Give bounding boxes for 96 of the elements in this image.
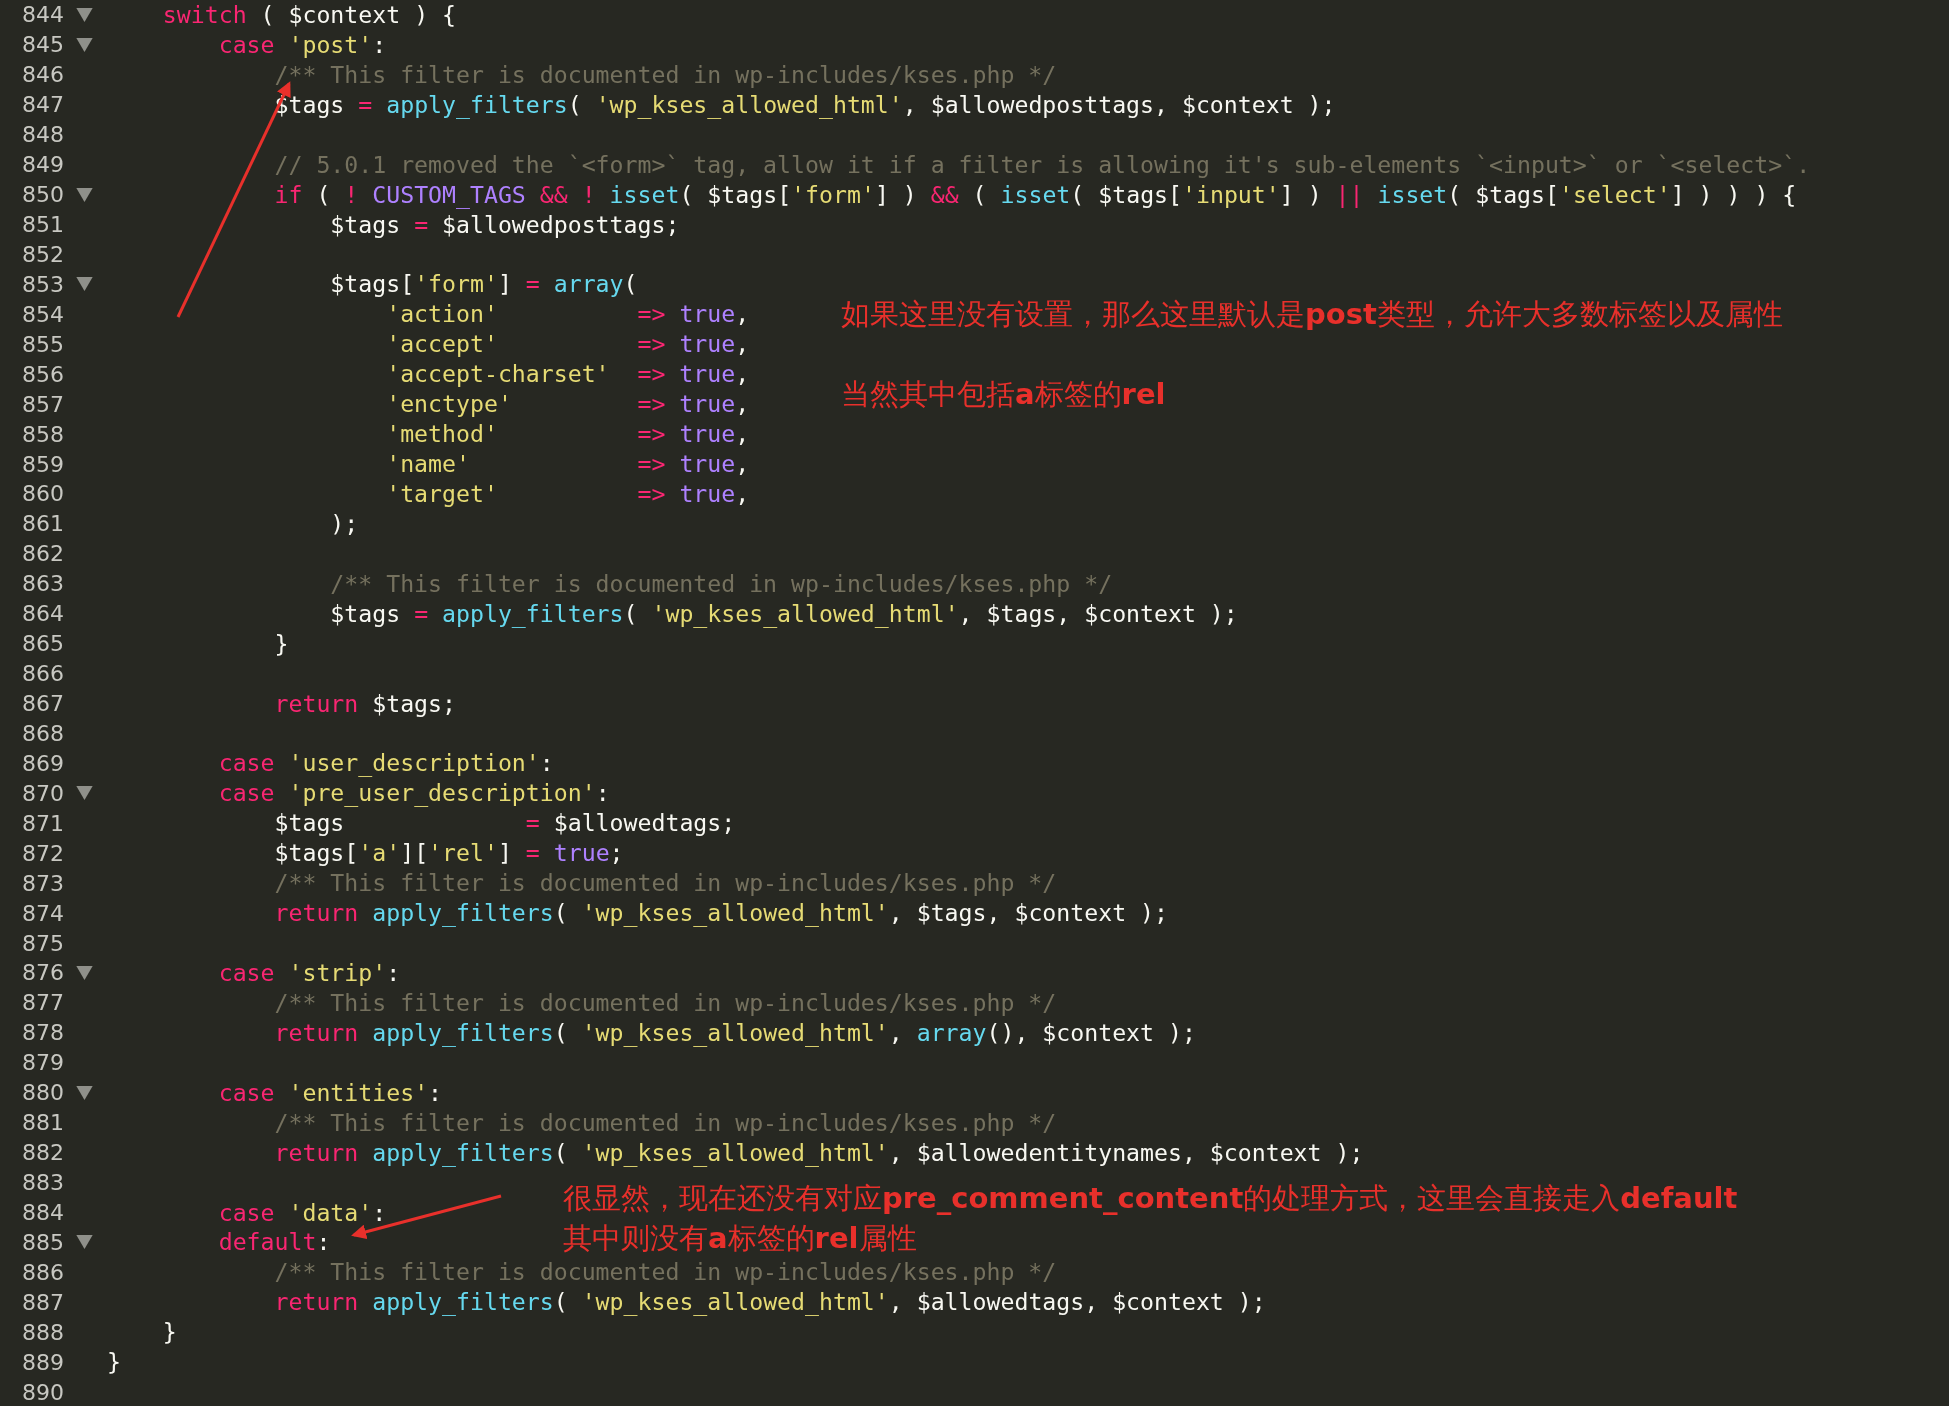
line-number: 863	[21, 571, 64, 597]
line-number: 854	[21, 301, 64, 327]
line-number: 886	[21, 1259, 64, 1285]
line-number: 873	[21, 870, 64, 896]
line-number: 868	[21, 720, 64, 746]
line-number: 889	[21, 1349, 64, 1375]
line-number: 883	[21, 1170, 64, 1196]
code-line: /** This filter is documented in wp-includes/kses.php */	[329, 568, 1113, 599]
line-number: 856	[21, 361, 64, 387]
line-number: 857	[21, 391, 64, 417]
code-line: );	[329, 508, 359, 539]
line-number: 862	[21, 541, 64, 567]
fold-triangle-icon[interactable]	[76, 187, 93, 202]
code-line: case 'user_description':	[217, 748, 554, 779]
line-number: 888	[21, 1319, 64, 1345]
fold-triangle-icon[interactable]	[76, 37, 93, 52]
line-number: 869	[21, 750, 64, 776]
code-line: $tags['form'] = array(	[329, 269, 638, 300]
line-number: 875	[21, 930, 64, 956]
line-number: 885	[21, 1229, 64, 1255]
line-number: 861	[21, 511, 64, 537]
code-line: case 'entities':	[217, 1077, 443, 1108]
code-line: default:	[217, 1227, 331, 1258]
line-number: 848	[21, 122, 64, 148]
code-line: $tags = $allowedposttags;	[329, 209, 680, 240]
line-number: 887	[21, 1289, 64, 1315]
line-number: 878	[21, 1020, 64, 1046]
code-line: 'name' => true,	[385, 449, 750, 479]
code-line: case 'data':	[217, 1197, 387, 1228]
code-line: return apply_filters( 'wp_kses_allowed_html', $tags, $context );	[273, 898, 1168, 929]
code-line: /** This filter is documented in wp-includes/kses.php */	[273, 1257, 1057, 1288]
line-number: 845	[21, 32, 64, 58]
fold-triangle-icon[interactable]	[76, 965, 93, 980]
line-number: 871	[21, 810, 64, 836]
line-number: 852	[21, 241, 64, 267]
code-line: 'action' => true,	[385, 299, 750, 330]
line-number: 858	[21, 421, 64, 447]
fold-triangle-icon[interactable]	[76, 7, 93, 22]
line-number: 851	[21, 212, 64, 238]
fold-triangle-icon[interactable]	[76, 1235, 93, 1250]
line-number: 867	[21, 691, 64, 717]
line-number: 876	[21, 960, 64, 986]
code-line: case 'pre_user_description':	[217, 778, 610, 809]
code-line: }	[161, 1317, 177, 1348]
line-number: 870	[21, 780, 64, 806]
annotation-text: 其中则没有a标签的rel属性	[563, 1220, 917, 1257]
line-number: 846	[21, 62, 64, 88]
line-number: 860	[21, 481, 64, 507]
annotation-text: 如果这里没有设置，那么这里默认是post类型，允许大多数标签以及属性	[841, 296, 1783, 333]
line-number: 879	[21, 1050, 64, 1076]
line-number: 855	[21, 331, 64, 357]
code-line: return $tags;	[273, 688, 456, 719]
code-line: 'target' => true,	[385, 479, 750, 509]
line-number: 849	[21, 152, 64, 178]
code-line: $tags['a']['rel'] = true;	[273, 838, 624, 869]
code-line: /** This filter is documented in wp-includes/kses.php */	[273, 1107, 1057, 1138]
line-number: 844	[21, 2, 64, 28]
annotation-text: 很显然，现在还没有对应pre_comment_content的处理方式，这里会直接走入default	[563, 1180, 1738, 1217]
line-number: 859	[21, 451, 64, 477]
code-line: /** This filter is documented in wp-includes/kses.php */	[273, 987, 1057, 1018]
line-number: 882	[21, 1140, 64, 1166]
line-number: 866	[21, 661, 64, 687]
code-line: // 5.0.1 removed the `<form>` tag, allow it if a filter is allowing it's sub-elements `<input>` or `<select>`.	[273, 149, 1811, 180]
line-number: 890	[21, 1379, 64, 1405]
line-number: 880	[21, 1080, 64, 1106]
code-line: }	[107, 1347, 121, 1378]
line-number: 884	[21, 1199, 64, 1225]
fold-triangle-icon[interactable]	[76, 277, 93, 292]
code-line: return apply_filters( 'wp_kses_allowed_html', $allowedtags, $context );	[273, 1287, 1266, 1318]
annotation-text: 当然其中包括a标签的rel	[841, 376, 1166, 413]
code-line: return apply_filters( 'wp_kses_allowed_html', array(), $context );	[273, 1017, 1196, 1048]
line-number: 881	[21, 1110, 64, 1136]
fold-triangle-icon[interactable]	[76, 786, 93, 801]
code-line: }	[273, 628, 289, 659]
code-line: 'accept' => true,	[385, 329, 750, 360]
line-number: 850	[21, 182, 64, 208]
code-line: switch ( $context ) {	[161, 0, 456, 30]
code-line: $tags = apply_filters( 'wp_kses_allowed_html', $tags, $context );	[329, 598, 1238, 629]
code-line: /** This filter is documented in wp-includes/kses.php */	[273, 868, 1057, 899]
code-line: /** This filter is documented in wp-includes/kses.php */	[273, 59, 1057, 90]
code-line: 'accept-charset' => true,	[385, 359, 750, 390]
line-number: 853	[21, 271, 64, 297]
code-line: case 'strip':	[217, 958, 401, 988]
code-line: $tags = $allowedtags;	[273, 808, 736, 839]
code-line: 'enctype' => true,	[385, 389, 750, 420]
line-number: 865	[21, 631, 64, 657]
code-line: 'method' => true,	[385, 419, 750, 450]
line-number: 874	[21, 900, 64, 926]
code-line: case 'post':	[217, 29, 387, 60]
line-number: 872	[21, 840, 64, 866]
line-number: 864	[21, 601, 64, 627]
line-number: 877	[21, 990, 64, 1016]
fold-triangle-icon[interactable]	[76, 1085, 93, 1100]
line-number: 847	[21, 92, 64, 118]
code-line: if ( ! CUSTOM_TAGS && ! isset( $tags['form'] ) && ( isset( $tags['input'] ) || isset( $tags['select'] ) ) ) {	[273, 179, 1797, 210]
code-line: return apply_filters( 'wp_kses_allowed_html', $allowedentitynames, $context );	[273, 1137, 1364, 1168]
